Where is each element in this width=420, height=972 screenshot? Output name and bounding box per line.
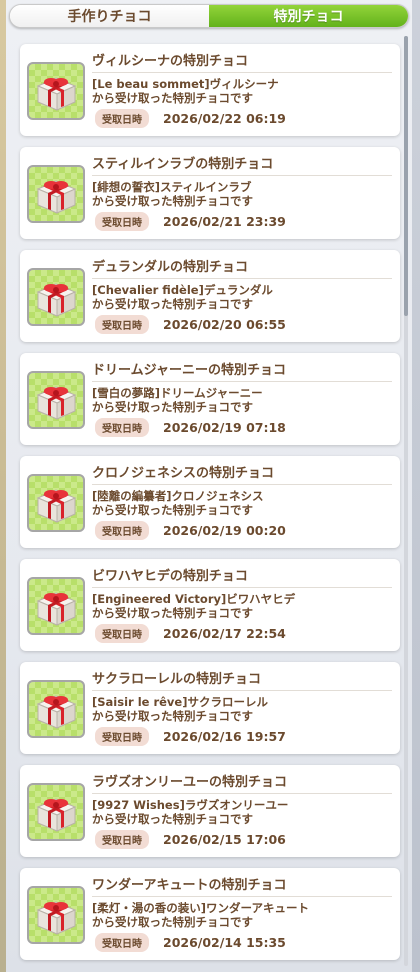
card-description-source: [Engineered Victory]ビワハヤヒデ — [92, 592, 296, 606]
card-divider — [92, 690, 392, 691]
received-date: 2026/02/15 17:06 — [163, 832, 286, 847]
chocolate-card[interactable]: ワンダーアキュートの特別チョコ [柔灯・湯の香の装い]ワンダーアキュート から受… — [20, 868, 400, 960]
background-right-strip — [412, 0, 420, 972]
chocolate-card[interactable]: ドリームジャーニーの特別チョコ [雪白の夢路]ドリームジャーニー から受け取った… — [20, 353, 400, 445]
received-badge: 受取日時 — [95, 109, 149, 128]
card-description-source: [雪白の夢路]ドリームジャーニー — [92, 386, 263, 400]
received-date-row: 受取日時 2026/02/19 07:18 — [95, 418, 286, 437]
gift-box-icon — [27, 886, 85, 944]
card-description-source: [Le beau sommet]ヴィルシーナ — [92, 77, 279, 91]
received-badge: 受取日時 — [95, 727, 149, 746]
gift-box-icon — [27, 268, 85, 326]
received-date: 2026/02/20 06:55 — [163, 317, 286, 332]
card-description: [緋想の誓衣]スティルインラブ から受け取った特別チョコです — [92, 180, 392, 208]
received-badge: 受取日時 — [95, 521, 149, 540]
chocolate-card[interactable]: サクラローレルの特別チョコ [Saisir le rêve]サクラローレル から… — [20, 662, 400, 754]
received-date-row: 受取日時 2026/02/14 15:35 — [95, 933, 286, 952]
received-date: 2026/02/21 23:39 — [163, 214, 286, 229]
tab-special-chocolate[interactable]: 特別チョコ — [209, 5, 408, 27]
card-divider — [92, 175, 392, 176]
received-date: 2026/02/19 00:20 — [163, 523, 286, 538]
card-description: [柔灯・湯の香の装い]ワンダーアキュート から受け取った特別チョコです — [92, 901, 392, 929]
card-description: [Engineered Victory]ビワハヤヒデ から受け取った特別チョコで… — [92, 592, 392, 620]
card-divider — [92, 793, 392, 794]
card-title: サクラローレルの特別チョコ — [92, 672, 262, 687]
received-date: 2026/02/22 06:19 — [163, 111, 286, 126]
received-date: 2026/02/16 19:57 — [163, 729, 286, 744]
received-date: 2026/02/17 22:54 — [163, 626, 286, 641]
chocolate-card[interactable]: スティルインラブの特別チョコ [緋想の誓衣]スティルインラブ から受け取った特別… — [20, 147, 400, 239]
tab-handmade-chocolate[interactable]: 手作りチョコ — [10, 5, 209, 27]
card-title: デュランダルの特別チョコ — [92, 260, 249, 275]
card-description-suffix: から受け取った特別チョコです — [92, 91, 253, 105]
received-date-row: 受取日時 2026/02/20 06:55 — [95, 315, 286, 334]
card-description-source: [陸離の編纂者]クロノジェネシス — [92, 489, 264, 503]
card-title: ドリームジャーニーの特別チョコ — [92, 363, 286, 378]
received-badge: 受取日時 — [95, 624, 149, 643]
received-date: 2026/02/19 07:18 — [163, 420, 286, 435]
card-description: [9927 Wishes]ラヴズオンリーユー から受け取った特別チョコです — [92, 798, 392, 826]
gift-box-icon — [27, 371, 85, 429]
card-description-suffix: から受け取った特別チョコです — [92, 400, 253, 414]
background-left-strip — [0, 0, 6, 972]
gift-box-icon — [27, 680, 85, 738]
gift-box-icon — [27, 474, 85, 532]
received-date-row: 受取日時 2026/02/19 00:20 — [95, 521, 286, 540]
received-badge: 受取日時 — [95, 830, 149, 849]
card-description-suffix: から受け取った特別チョコです — [92, 297, 253, 311]
chocolate-card[interactable]: デュランダルの特別チョコ [Chevalier fidèle]デュランダル から… — [20, 250, 400, 342]
received-date-row: 受取日時 2026/02/17 22:54 — [95, 624, 286, 643]
card-description-suffix: から受け取った特別チョコです — [92, 812, 253, 826]
card-description-source: [Saisir le rêve]サクラローレル — [92, 695, 268, 709]
card-title: クロノジェネシスの特別チョコ — [92, 466, 275, 481]
received-badge: 受取日時 — [95, 212, 149, 231]
chocolate-card[interactable]: クロノジェネシスの特別チョコ [陸離の編纂者]クロノジェネシス から受け取った特… — [20, 456, 400, 548]
card-description-suffix: から受け取った特別チョコです — [92, 503, 253, 517]
card-description-suffix: から受け取った特別チョコです — [92, 709, 253, 723]
card-description-suffix: から受け取った特別チョコです — [92, 606, 253, 620]
gift-box-icon — [27, 165, 85, 223]
received-date-row: 受取日時 2026/02/22 06:19 — [95, 109, 286, 128]
card-description: [雪白の夢路]ドリームジャーニー から受け取った特別チョコです — [92, 386, 392, 414]
received-date-row: 受取日時 2026/02/16 19:57 — [95, 727, 286, 746]
card-title: ビワハヤヒデの特別チョコ — [92, 569, 248, 584]
received-badge: 受取日時 — [95, 315, 149, 334]
received-badge: 受取日時 — [95, 933, 149, 952]
card-title: ラヴズオンリーユーの特別チョコ — [92, 775, 288, 790]
gift-box-icon — [27, 62, 85, 120]
received-date: 2026/02/14 15:35 — [163, 935, 286, 950]
card-description-suffix: から受け取った特別チョコです — [92, 915, 253, 929]
card-description-source: [9927 Wishes]ラヴズオンリーユー — [92, 798, 289, 812]
chocolate-card[interactable]: ラヴズオンリーユーの特別チョコ [9927 Wishes]ラヴズオンリーユー か… — [20, 765, 400, 857]
card-divider — [92, 278, 392, 279]
card-description-source: [緋想の誓衣]スティルインラブ — [92, 180, 252, 194]
card-divider — [92, 587, 392, 588]
card-title: スティルインラブの特別チョコ — [92, 157, 274, 172]
tab-bar: 手作りチョコ 特別チョコ — [9, 4, 409, 28]
card-description: [Chevalier fidèle]デュランダル から受け取った特別チョコです — [92, 283, 392, 311]
card-description: [Le beau sommet]ヴィルシーナ から受け取った特別チョコです — [92, 77, 392, 105]
card-description-suffix: から受け取った特別チョコです — [92, 194, 253, 208]
gift-box-icon — [27, 577, 85, 635]
card-divider — [92, 484, 392, 485]
gift-box-icon — [27, 783, 85, 841]
card-divider — [92, 896, 392, 897]
received-date-row: 受取日時 2026/02/15 17:06 — [95, 830, 286, 849]
card-divider — [92, 72, 392, 73]
scrollbar-thumb[interactable] — [404, 36, 408, 316]
received-date-row: 受取日時 2026/02/21 23:39 — [95, 212, 286, 231]
card-description: [Saisir le rêve]サクラローレル から受け取った特別チョコです — [92, 695, 392, 723]
card-description-source: [柔灯・湯の香の装い]ワンダーアキュート — [92, 901, 310, 915]
chocolate-card[interactable]: ヴィルシーナの特別チョコ [Le beau sommet]ヴィルシーナ から受け… — [20, 44, 400, 136]
chocolate-card[interactable]: ビワハヤヒデの特別チョコ [Engineered Victory]ビワハヤヒデ … — [20, 559, 400, 651]
chocolate-list: ヴィルシーナの特別チョコ [Le beau sommet]ヴィルシーナ から受け… — [20, 44, 400, 971]
card-divider — [92, 381, 392, 382]
card-title: ワンダーアキュートの特別チョコ — [92, 878, 287, 893]
card-description-source: [Chevalier fidèle]デュランダル — [92, 283, 273, 297]
received-badge: 受取日時 — [95, 418, 149, 437]
card-description: [陸離の編纂者]クロノジェネシス から受け取った特別チョコです — [92, 489, 392, 517]
card-title: ヴィルシーナの特別チョコ — [92, 54, 249, 69]
